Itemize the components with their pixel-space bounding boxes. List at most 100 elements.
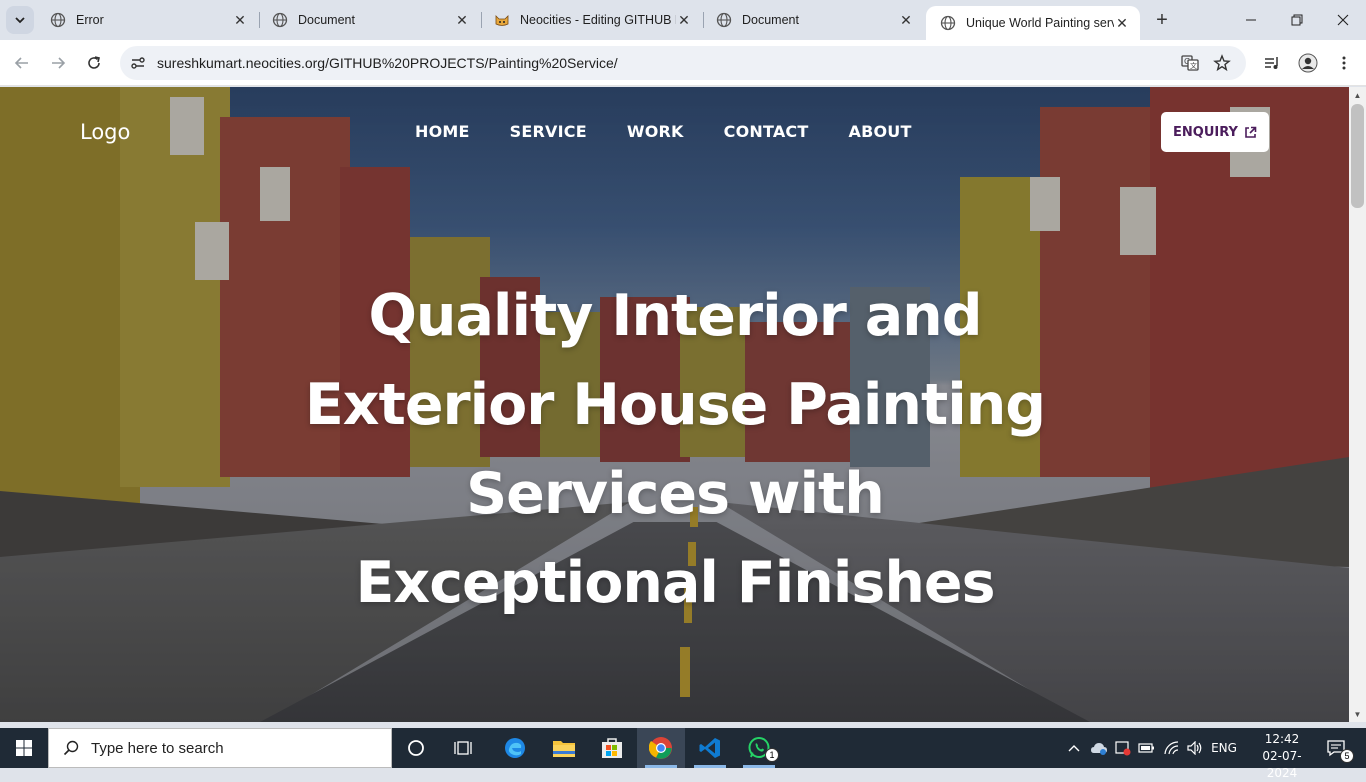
arrow-left-icon: [14, 57, 28, 69]
restore-button[interactable]: [1274, 0, 1320, 40]
forward-button[interactable]: [44, 49, 72, 77]
headline-line-3: Services with: [466, 461, 885, 527]
svg-text:文: 文: [1190, 61, 1197, 70]
vscode-app[interactable]: [686, 728, 734, 768]
globe-icon: [940, 15, 956, 31]
url-text: sureshkumart.neocities.org/GITHUB%20PROJ…: [157, 55, 618, 71]
security-tray[interactable]: [1112, 728, 1134, 768]
speaker-icon: [1187, 741, 1202, 755]
search-placeholder: Type here to search: [91, 739, 224, 757]
edge-icon: [505, 738, 525, 758]
notification-badge: 5: [1340, 749, 1354, 763]
file-explorer-app[interactable]: [540, 728, 588, 768]
globe-icon: [272, 12, 288, 28]
cloud-icon: [1091, 743, 1107, 755]
back-button[interactable]: [8, 49, 36, 77]
scroll-up-arrow-icon[interactable]: ▲: [1349, 87, 1366, 103]
headline-line-1: Quality Interior and: [368, 283, 982, 349]
battery-tray[interactable]: [1136, 728, 1158, 768]
translate-icon[interactable]: G文: [1178, 51, 1202, 75]
address-bar[interactable]: sureshkumart.neocities.org/GITHUB%20PROJ…: [120, 46, 1246, 80]
show-hidden-icons-button[interactable]: [1064, 728, 1084, 768]
start-button[interactable]: [0, 728, 48, 768]
enquiry-label: ENQUIRY: [1173, 124, 1238, 140]
minimize-button[interactable]: [1228, 0, 1274, 40]
tab-error[interactable]: Error ✕: [36, 0, 258, 40]
windows-logo-icon: [16, 740, 32, 756]
page-scrollbar[interactable]: ▲ ▼: [1349, 87, 1366, 722]
profile-avatar[interactable]: [1294, 49, 1322, 77]
media-queue-icon: [1265, 57, 1278, 69]
nav-service[interactable]: SERVICE: [510, 122, 587, 141]
cortana-button[interactable]: [392, 728, 440, 768]
windows-taskbar: Type here to search 1 ENG 12:42 02-07-20…: [0, 728, 1366, 780]
enquiry-button[interactable]: ENQUIRY: [1161, 112, 1269, 152]
tab-neocities[interactable]: Neocities - Editing GITHUB P ✕: [480, 0, 702, 40]
whatsapp-app[interactable]: 1: [735, 728, 783, 768]
hero-headline: Quality Interior and Exterior House Pain…: [250, 272, 1100, 628]
globe-icon: [716, 12, 732, 28]
media-control-button[interactable]: [1258, 49, 1286, 77]
close-icon[interactable]: ✕: [232, 12, 248, 28]
browser-menu-button[interactable]: [1330, 49, 1358, 77]
site-logo[interactable]: Logo: [80, 120, 130, 144]
headline-line-2: Exterior House Painting: [304, 372, 1046, 438]
nav-contact[interactable]: CONTACT: [724, 122, 809, 141]
scrollbar-thumb[interactable]: [1351, 104, 1364, 208]
tab-document-2[interactable]: Document ✕: [702, 0, 924, 40]
store-icon: [602, 738, 622, 758]
edge-app[interactable]: [491, 728, 539, 768]
minimize-icon: [1246, 19, 1256, 21]
folder-icon: [553, 741, 575, 757]
arrow-right-icon: [52, 57, 66, 69]
chevron-up-icon: [1068, 745, 1080, 752]
language-indicator[interactable]: ENG: [1208, 728, 1240, 768]
close-icon[interactable]: ✕: [676, 12, 692, 28]
task-view-button[interactable]: [440, 728, 488, 768]
nav-home[interactable]: HOME: [415, 122, 470, 141]
new-tab-button[interactable]: +: [1150, 8, 1174, 32]
reload-icon: [88, 56, 100, 69]
avatar-icon: [1298, 53, 1318, 73]
scroll-down-arrow-icon[interactable]: ▼: [1349, 706, 1366, 722]
site-info-icon[interactable]: [126, 51, 150, 75]
headline-line-4: Exceptional Finishes: [355, 550, 995, 616]
tab-document-1[interactable]: Document ✕: [258, 0, 480, 40]
onedrive-tray[interactable]: [1088, 728, 1110, 768]
search-icon: [63, 740, 79, 756]
notification-center-button[interactable]: 5: [1316, 728, 1356, 768]
tab-title: Neocities - Editing GITHUB P: [520, 13, 676, 27]
system-clock[interactable]: 12:42 02-07-2024: [1250, 731, 1314, 782]
page-viewport: Logo HOME SERVICE WORK CONTACT ABOUT ENQ…: [0, 87, 1349, 722]
chrome-app[interactable]: [637, 728, 685, 768]
globe-icon: [50, 12, 66, 28]
tab-painting-service[interactable]: Unique World Painting servic ✕: [926, 6, 1140, 40]
close-icon[interactable]: ✕: [1114, 15, 1130, 31]
taskbar-search-box[interactable]: Type here to search: [48, 728, 392, 768]
chevron-down-icon: [15, 17, 25, 24]
close-window-button[interactable]: [1320, 0, 1366, 40]
whatsapp-badge: 1: [765, 748, 779, 762]
bookmark-star-icon[interactable]: [1210, 51, 1234, 75]
volume-tray[interactable]: [1184, 728, 1206, 768]
tab-search-button[interactable]: [6, 6, 34, 34]
clock-time: 12:42: [1264, 732, 1300, 746]
reload-button[interactable]: [80, 49, 108, 77]
kebab-menu-icon: [1342, 56, 1346, 70]
vscode-icon: [699, 738, 720, 758]
wifi-tray[interactable]: [1160, 728, 1184, 768]
cortana-circle-icon: [408, 740, 424, 756]
tab-title: Unique World Painting servic: [966, 16, 1114, 30]
tab-title: Document: [742, 13, 799, 27]
external-link-icon: [1245, 126, 1257, 138]
neocities-cat-icon: [495, 15, 509, 26]
microsoft-store-app[interactable]: [588, 728, 636, 768]
close-icon[interactable]: ✕: [898, 12, 914, 28]
battery-icon: [1138, 743, 1154, 753]
task-view-icon: [454, 741, 472, 755]
nav-about[interactable]: ABOUT: [848, 122, 911, 141]
main-nav: HOME SERVICE WORK CONTACT ABOUT: [415, 122, 952, 141]
close-icon[interactable]: ✕: [454, 12, 470, 28]
nav-work[interactable]: WORK: [627, 122, 684, 141]
restore-icon: [1291, 14, 1303, 26]
